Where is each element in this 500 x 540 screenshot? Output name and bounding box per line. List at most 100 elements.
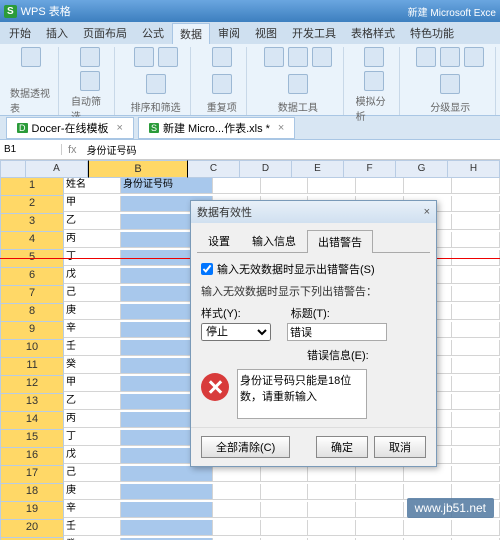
cell[interactable] <box>404 466 452 482</box>
ribbon-icon[interactable] <box>440 47 460 67</box>
cell[interactable] <box>121 520 213 536</box>
cell[interactable] <box>356 502 404 518</box>
row-header[interactable]: 18 <box>0 484 64 502</box>
ribbon-icon[interactable] <box>21 47 41 67</box>
cell[interactable]: 戊 <box>64 268 121 284</box>
cell[interactable]: 庚 <box>64 304 121 320</box>
col-header[interactable]: E <box>292 160 344 178</box>
cell[interactable] <box>261 502 309 518</box>
row-header[interactable]: 3 <box>0 214 64 232</box>
ribbon-icon[interactable] <box>312 47 332 67</box>
cell[interactable] <box>452 430 500 446</box>
row-header[interactable]: 1 <box>0 178 64 196</box>
cell[interactable] <box>452 520 500 536</box>
cell[interactable]: 辛 <box>64 322 121 338</box>
cell[interactable]: 甲 <box>64 376 121 392</box>
cell[interactable] <box>452 340 500 356</box>
cell[interactable] <box>213 520 261 536</box>
cell[interactable] <box>356 178 404 194</box>
row-header[interactable]: 19 <box>0 502 64 520</box>
row-header[interactable]: 11 <box>0 358 64 376</box>
cell[interactable] <box>452 394 500 410</box>
ribbon-icon[interactable] <box>364 47 384 67</box>
cell[interactable] <box>452 322 500 338</box>
cell[interactable]: 戊 <box>64 448 121 464</box>
dialog-tab-1[interactable]: 输入信息 <box>241 229 307 252</box>
tab-close-icon[interactable]: × <box>117 122 123 134</box>
cell[interactable]: 丁 <box>64 430 121 446</box>
row-header[interactable]: 10 <box>0 340 64 358</box>
cell[interactable] <box>213 178 261 194</box>
cell[interactable] <box>404 178 452 194</box>
title-input[interactable] <box>287 323 387 341</box>
menu-表格样式[interactable]: 表格样式 <box>344 23 402 43</box>
ribbon-icon[interactable] <box>364 71 384 91</box>
cell[interactable] <box>308 520 356 536</box>
menu-开始[interactable]: 开始 <box>2 23 38 43</box>
cell[interactable] <box>452 214 500 230</box>
row-header[interactable]: 13 <box>0 394 64 412</box>
ribbon-icon[interactable] <box>288 47 308 67</box>
cell[interactable] <box>121 466 213 482</box>
name-box[interactable]: B1 <box>0 144 62 155</box>
dialog-tab-0[interactable]: 设置 <box>197 229 241 252</box>
cell[interactable] <box>452 304 500 320</box>
menu-页面布局[interactable]: 页面布局 <box>76 23 134 43</box>
clear-all-button[interactable]: 全部清除(C) <box>201 436 290 458</box>
menu-审阅[interactable]: 审阅 <box>211 23 247 43</box>
style-select[interactable]: 停止 <box>201 323 271 341</box>
ribbon-icon[interactable] <box>134 47 154 67</box>
cell[interactable] <box>308 178 356 194</box>
cell[interactable]: 庚 <box>64 484 121 500</box>
cell[interactable] <box>452 268 500 284</box>
row-header[interactable]: 16 <box>0 448 64 466</box>
ribbon-icon[interactable] <box>158 47 178 67</box>
cell[interactable]: 壬 <box>64 520 121 536</box>
ribbon-icon[interactable] <box>464 47 484 67</box>
cell[interactable]: 丙 <box>64 412 121 428</box>
cell[interactable]: 辛 <box>64 502 121 518</box>
cell[interactable] <box>308 466 356 482</box>
cell[interactable] <box>404 520 452 536</box>
row-header[interactable]: 2 <box>0 196 64 214</box>
show-error-checkbox[interactable] <box>201 263 213 275</box>
ok-button[interactable]: 确定 <box>316 436 368 458</box>
cancel-button[interactable]: 取消 <box>374 436 426 458</box>
col-header[interactable]: B <box>88 160 188 178</box>
row-header[interactable]: 9 <box>0 322 64 340</box>
cell[interactable]: 乙 <box>64 214 121 230</box>
cell[interactable] <box>452 286 500 302</box>
ribbon-icon[interactable] <box>212 47 232 67</box>
row-header[interactable]: 6 <box>0 268 64 286</box>
fx-icon[interactable]: fx <box>62 144 83 156</box>
cell[interactable]: 乙 <box>64 394 121 410</box>
row-header[interactable]: 4 <box>0 232 64 250</box>
menu-开发工具[interactable]: 开发工具 <box>285 23 343 43</box>
cell[interactable]: 己 <box>64 466 121 482</box>
cell[interactable] <box>261 520 309 536</box>
row-header[interactable]: 5 <box>0 250 64 268</box>
ribbon-icon[interactable] <box>416 47 436 67</box>
ribbon-icon[interactable] <box>80 47 100 67</box>
cell[interactable] <box>261 484 309 500</box>
menu-特色功能[interactable]: 特色功能 <box>403 23 461 43</box>
row-header[interactable]: 15 <box>0 430 64 448</box>
cell[interactable] <box>356 484 404 500</box>
row-header[interactable]: 12 <box>0 376 64 394</box>
select-all-corner[interactable] <box>0 160 26 178</box>
cell[interactable]: 己 <box>64 286 121 302</box>
row-header[interactable]: 8 <box>0 304 64 322</box>
cell[interactable] <box>452 412 500 428</box>
menu-公式[interactable]: 公式 <box>135 23 171 43</box>
cell[interactable] <box>213 466 261 482</box>
cell[interactable] <box>121 502 213 518</box>
formula-value[interactable]: 身份证号码 <box>83 142 141 157</box>
menu-视图[interactable]: 视图 <box>248 23 284 43</box>
cell[interactable]: 壬 <box>64 340 121 356</box>
col-header[interactable]: H <box>448 160 500 178</box>
cell[interactable] <box>356 520 404 536</box>
ribbon-icon[interactable] <box>146 74 166 94</box>
cell[interactable] <box>452 178 500 194</box>
menu-插入[interactable]: 插入 <box>39 23 75 43</box>
doc-tab[interactable]: S新建 Micro...作表.xls *× <box>138 117 295 139</box>
